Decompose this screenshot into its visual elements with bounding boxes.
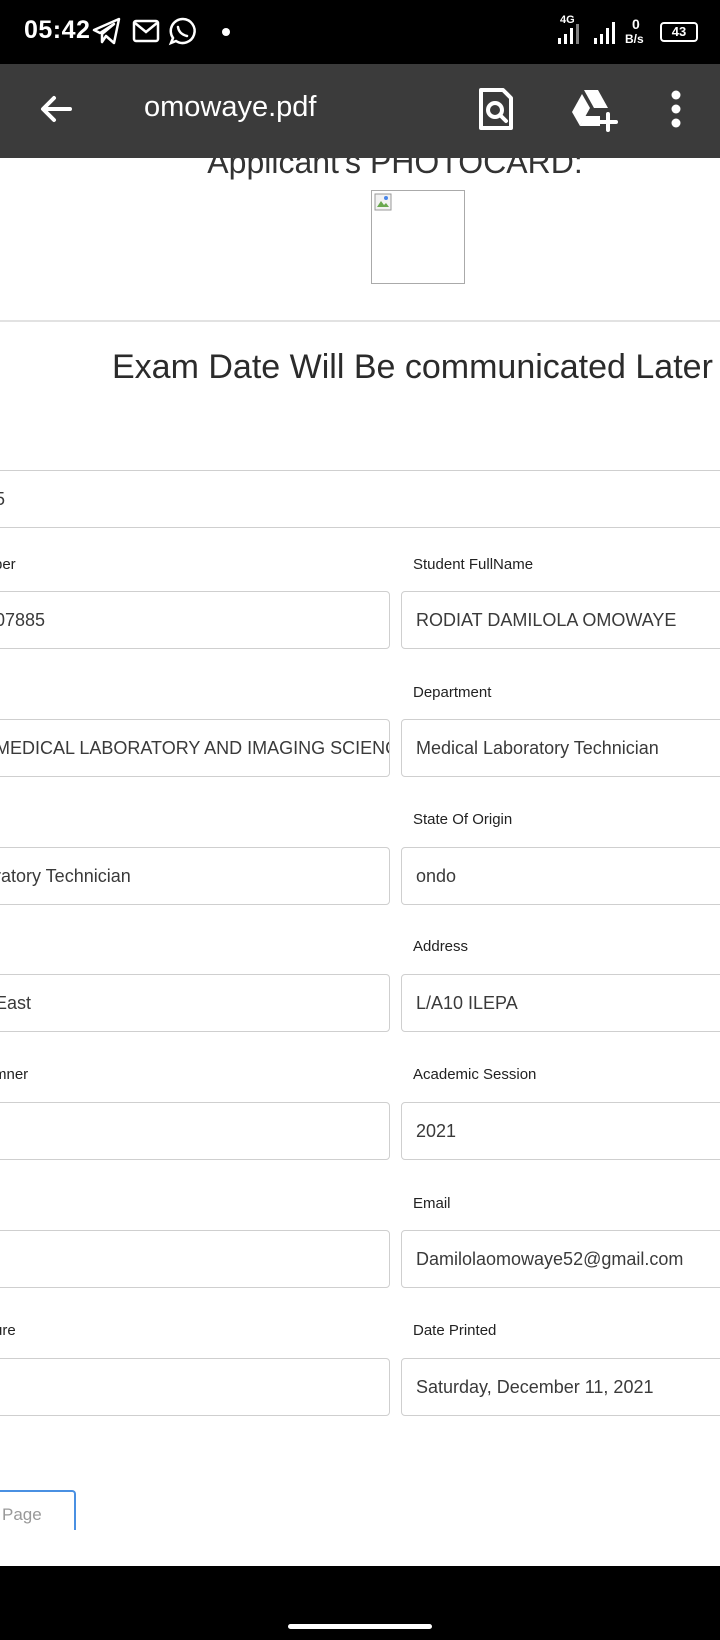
applicant-photo xyxy=(371,190,465,284)
telegram-icon xyxy=(92,17,121,45)
search-in-document-icon[interactable] xyxy=(473,86,519,132)
data-speed-value: 0 xyxy=(632,16,640,32)
address-label: Address xyxy=(413,938,469,955)
field-label: ber xyxy=(0,556,16,573)
department-label: Department xyxy=(413,684,492,701)
academic-session-label: Academic Session xyxy=(413,1066,537,1083)
date-printed-label: Date Printed xyxy=(413,1322,497,1339)
state-of-origin-label: State Of Origin xyxy=(413,811,513,828)
system-nav-bar xyxy=(0,1566,720,1640)
photocard-heading: Applicant's PHOTOCARD: xyxy=(207,158,583,180)
faculty-field[interactable]: MEDICAL LABORATORY AND IMAGING SCIENCE xyxy=(0,719,390,777)
examiner-field[interactable] xyxy=(0,1102,390,1160)
academic-session-field[interactable]: 2021 xyxy=(401,1102,720,1160)
programme-field[interactable]: ratory Technician xyxy=(0,847,390,905)
date-printed-field[interactable]: Saturday, December 11, 2021 xyxy=(401,1358,720,1416)
field-label: mner xyxy=(0,1066,29,1083)
number-field[interactable]: 07885 xyxy=(0,591,390,649)
status-bar: 05:42 4G 0 B/s 43 xyxy=(0,0,720,64)
print-page-button[interactable]: Page xyxy=(0,1490,76,1530)
signal-icon xyxy=(594,22,615,44)
state-of-origin-field[interactable]: ondo xyxy=(401,847,720,905)
document-title: omowaye.pdf xyxy=(144,91,317,123)
back-arrow-icon[interactable] xyxy=(36,89,76,129)
pdf-page[interactable]: Applicant's PHOTOCARD: Exam Date Will Be… xyxy=(0,158,720,1566)
gmail-icon xyxy=(132,19,160,43)
notification-dot xyxy=(222,28,230,36)
drive-add-icon[interactable] xyxy=(568,86,618,132)
home-gesture-handle[interactable] xyxy=(288,1624,432,1629)
student-fullname-label: Student FullName xyxy=(413,556,534,573)
field-label: ure xyxy=(0,1322,16,1339)
data-speed-unit: B/s xyxy=(625,32,644,46)
section-divider xyxy=(0,320,720,322)
email-label: Email xyxy=(413,1195,451,1212)
network-type: 4G xyxy=(560,14,575,26)
battery-indicator: 43 xyxy=(660,22,698,42)
lga-field[interactable]: East xyxy=(0,974,390,1032)
student-fullname-field[interactable]: RODIAT DAMILOLA OMOWAYE xyxy=(401,591,720,649)
registration-field[interactable]: 5 xyxy=(0,470,720,528)
blank-field[interactable] xyxy=(0,1230,390,1288)
signature-field[interactable] xyxy=(0,1358,390,1416)
address-field[interactable]: L/A10 ILEPA xyxy=(401,974,720,1032)
email-field[interactable]: Damilolaomowaye52@gmail.com xyxy=(401,1230,720,1288)
more-vert-icon[interactable] xyxy=(664,86,688,132)
status-time: 05:42 xyxy=(24,16,91,44)
battery-level: 43 xyxy=(671,24,687,39)
broken-image-icon xyxy=(374,193,392,211)
pdf-viewer-app-bar: omowaye.pdf xyxy=(0,64,720,158)
department-field[interactable]: Medical Laboratory Technician xyxy=(401,719,720,777)
whatsapp-icon xyxy=(168,17,196,46)
exam-date-note: Exam Date Will Be communicated Later xyxy=(112,348,713,386)
